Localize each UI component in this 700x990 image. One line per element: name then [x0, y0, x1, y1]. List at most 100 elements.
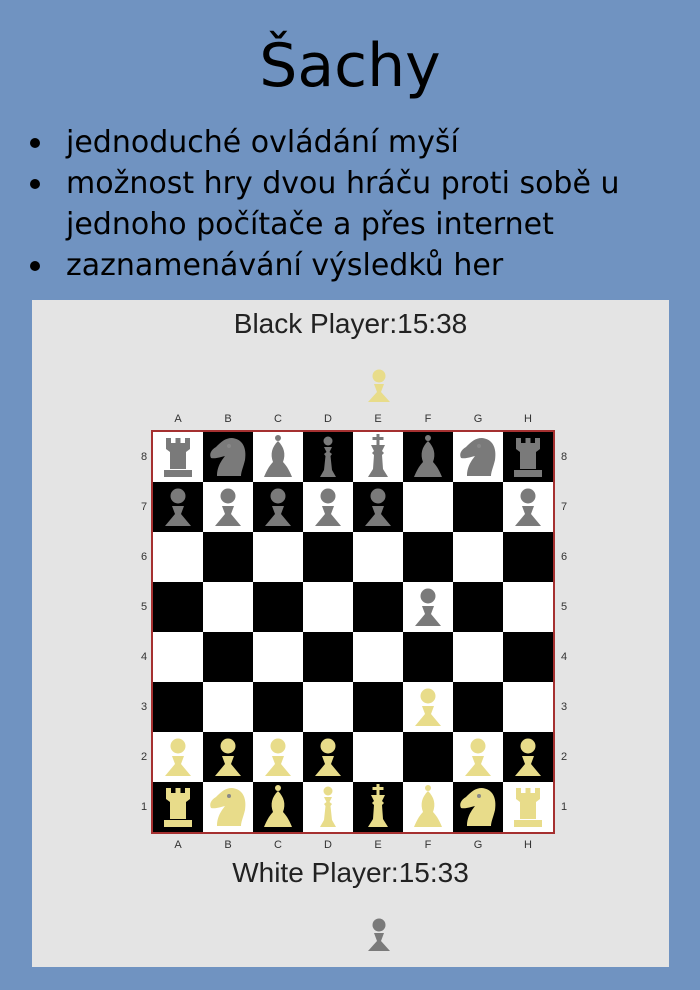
- square-e1[interactable]: [353, 782, 403, 832]
- black-pawn-icon[interactable]: [203, 482, 253, 532]
- square-f1[interactable]: [403, 782, 453, 832]
- square-b4[interactable]: [203, 632, 253, 682]
- square-a3[interactable]: [153, 682, 203, 732]
- square-c7[interactable]: [253, 482, 303, 532]
- white-queen-icon[interactable]: [303, 782, 353, 832]
- square-c5[interactable]: [253, 582, 303, 632]
- square-b7[interactable]: [203, 482, 253, 532]
- square-d7[interactable]: [303, 482, 353, 532]
- square-g3[interactable]: [453, 682, 503, 732]
- white-king-icon[interactable]: [353, 782, 403, 832]
- square-e4[interactable]: [353, 632, 403, 682]
- square-a1[interactable]: [153, 782, 203, 832]
- square-e2[interactable]: [353, 732, 403, 782]
- black-pawn-icon[interactable]: [353, 482, 403, 532]
- square-e8[interactable]: [353, 432, 403, 482]
- square-f3[interactable]: [403, 682, 453, 732]
- square-f2[interactable]: [403, 732, 453, 782]
- square-b1[interactable]: [203, 782, 253, 832]
- square-a2[interactable]: [153, 732, 203, 782]
- black-knight-icon[interactable]: [453, 432, 503, 482]
- feature-list: jednoduché ovládání myší možnost hry dvo…: [26, 122, 666, 286]
- square-g6[interactable]: [453, 532, 503, 582]
- square-d2[interactable]: [303, 732, 353, 782]
- square-d1[interactable]: [303, 782, 353, 832]
- white-pawn-icon[interactable]: [253, 732, 303, 782]
- white-pawn-icon[interactable]: [403, 682, 453, 732]
- white-pawn-icon[interactable]: [153, 732, 203, 782]
- square-a6[interactable]: [153, 532, 203, 582]
- square-b8[interactable]: [203, 432, 253, 482]
- white-player-label: White Player:15:33: [232, 857, 469, 888]
- square-h4[interactable]: [503, 632, 553, 682]
- white-bishop-icon[interactable]: [403, 782, 453, 832]
- square-b5[interactable]: [203, 582, 253, 632]
- square-f8[interactable]: [403, 432, 453, 482]
- square-e6[interactable]: [353, 532, 403, 582]
- rank-label-right: 8: [560, 451, 568, 463]
- pawn-icon-white: [368, 369, 390, 402]
- square-g2[interactable]: [453, 732, 503, 782]
- white-pawn-icon[interactable]: [303, 732, 353, 782]
- square-d6[interactable]: [303, 532, 353, 582]
- square-g7[interactable]: [453, 482, 503, 532]
- square-g4[interactable]: [453, 632, 503, 682]
- square-b3[interactable]: [203, 682, 253, 732]
- square-g1[interactable]: [453, 782, 503, 832]
- white-pawn-icon[interactable]: [453, 732, 503, 782]
- square-a7[interactable]: [153, 482, 203, 532]
- white-bishop-icon[interactable]: [253, 782, 303, 832]
- square-f7[interactable]: [403, 482, 453, 532]
- white-rook-icon[interactable]: [503, 782, 553, 832]
- file-label-bottom: A: [174, 839, 182, 851]
- square-f4[interactable]: [403, 632, 453, 682]
- square-e3[interactable]: [353, 682, 403, 732]
- square-e7[interactable]: [353, 482, 403, 532]
- black-pawn-icon[interactable]: [303, 482, 353, 532]
- black-queen-icon[interactable]: [303, 432, 353, 482]
- square-b6[interactable]: [203, 532, 253, 582]
- square-h2[interactable]: [503, 732, 553, 782]
- square-b2[interactable]: [203, 732, 253, 782]
- square-f5[interactable]: [403, 582, 453, 632]
- white-pawn-icon[interactable]: [503, 732, 553, 782]
- square-h6[interactable]: [503, 532, 553, 582]
- square-g5[interactable]: [453, 582, 503, 632]
- white-knight-icon[interactable]: [203, 782, 253, 832]
- square-a8[interactable]: [153, 432, 203, 482]
- black-pawn-icon[interactable]: [403, 582, 453, 632]
- file-label-top: H: [524, 413, 532, 425]
- square-c4[interactable]: [253, 632, 303, 682]
- white-pawn-icon[interactable]: [203, 732, 253, 782]
- white-knight-icon[interactable]: [453, 782, 503, 832]
- black-rook-icon[interactable]: [153, 432, 203, 482]
- black-knight-icon[interactable]: [203, 432, 253, 482]
- square-d4[interactable]: [303, 632, 353, 682]
- square-g8[interactable]: [453, 432, 503, 482]
- square-c2[interactable]: [253, 732, 303, 782]
- square-a5[interactable]: [153, 582, 203, 632]
- square-d3[interactable]: [303, 682, 353, 732]
- square-c8[interactable]: [253, 432, 303, 482]
- black-pawn-icon[interactable]: [253, 482, 303, 532]
- square-h1[interactable]: [503, 782, 553, 832]
- square-c6[interactable]: [253, 532, 303, 582]
- black-pawn-icon[interactable]: [503, 482, 553, 532]
- black-pawn-icon[interactable]: [153, 482, 203, 532]
- black-bishop-icon[interactable]: [403, 432, 453, 482]
- square-h8[interactable]: [503, 432, 553, 482]
- square-d5[interactable]: [303, 582, 353, 632]
- square-h5[interactable]: [503, 582, 553, 632]
- square-h3[interactable]: [503, 682, 553, 732]
- black-king-icon[interactable]: [353, 432, 403, 482]
- black-bishop-icon[interactable]: [253, 432, 303, 482]
- square-f6[interactable]: [403, 532, 453, 582]
- black-rook-icon[interactable]: [503, 432, 553, 482]
- square-h7[interactable]: [503, 482, 553, 532]
- square-a4[interactable]: [153, 632, 203, 682]
- square-e5[interactable]: [353, 582, 403, 632]
- white-rook-icon[interactable]: [153, 782, 203, 832]
- square-c1[interactable]: [253, 782, 303, 832]
- square-d8[interactable]: [303, 432, 353, 482]
- square-c3[interactable]: [253, 682, 303, 732]
